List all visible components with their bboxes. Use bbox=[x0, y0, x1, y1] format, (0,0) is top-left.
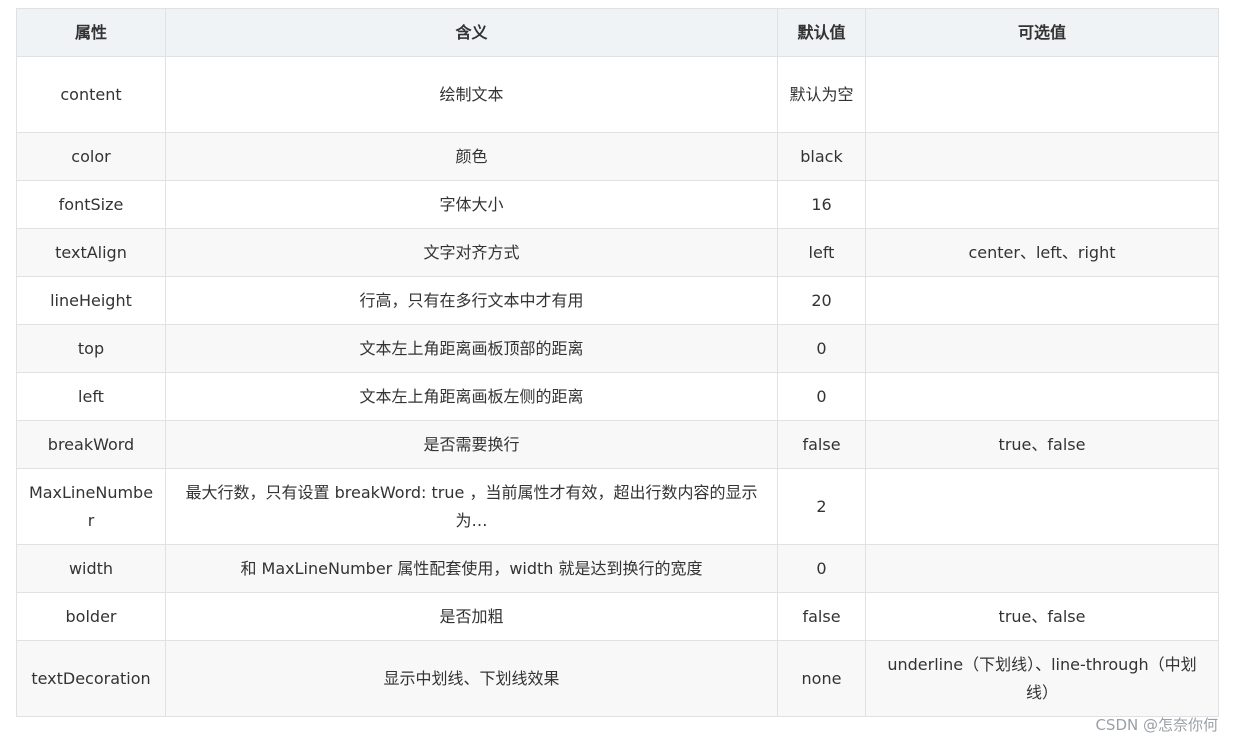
table-row: bolder 是否加粗 false true、false bbox=[16, 592, 1219, 641]
header-property: 属性 bbox=[16, 8, 166, 57]
cell-meaning: 文本左上角距离画板左侧的距离 bbox=[165, 372, 778, 421]
cell-meaning: 绘制文本 bbox=[165, 56, 778, 133]
cell-property: textDecoration bbox=[16, 640, 166, 717]
cell-default: false bbox=[777, 420, 866, 469]
cell-property: left bbox=[16, 372, 166, 421]
cell-default: 0 bbox=[777, 372, 866, 421]
cell-meaning: 字体大小 bbox=[165, 180, 778, 229]
cell-options bbox=[865, 276, 1219, 325]
cell-property: top bbox=[16, 324, 166, 373]
header-meaning: 含义 bbox=[165, 8, 778, 57]
table-row: fontSize 字体大小 16 bbox=[16, 180, 1219, 229]
cell-options: underline（下划线）、line-through（中划线） bbox=[865, 640, 1219, 717]
table-row: lineHeight 行高，只有在多行文本中才有用 20 bbox=[16, 276, 1219, 325]
cell-default: none bbox=[777, 640, 866, 717]
cell-meaning: 文字对齐方式 bbox=[165, 228, 778, 277]
header-row: 属性 含义 默认值 可选值 bbox=[16, 8, 1219, 57]
cell-property: fontSize bbox=[16, 180, 166, 229]
cell-property: lineHeight bbox=[16, 276, 166, 325]
cell-options bbox=[865, 324, 1219, 373]
table-body: content 绘制文本 默认为空 color 颜色 black fontSiz… bbox=[16, 56, 1219, 717]
cell-meaning: 是否加粗 bbox=[165, 592, 778, 641]
cell-default: false bbox=[777, 592, 866, 641]
cell-options bbox=[865, 132, 1219, 181]
cell-meaning: 是否需要换行 bbox=[165, 420, 778, 469]
cell-default: 0 bbox=[777, 324, 866, 373]
cell-default: 默认为空 bbox=[777, 56, 866, 133]
cell-meaning: 文本左上角距离画板顶部的距离 bbox=[165, 324, 778, 373]
cell-options: true、false bbox=[865, 420, 1219, 469]
cell-meaning: 最大行数，只有设置 breakWord: true ，当前属性才有效，超出行数内… bbox=[165, 468, 778, 545]
header-default: 默认值 bbox=[777, 8, 866, 57]
table-row: left 文本左上角距离画板左侧的距离 0 bbox=[16, 372, 1219, 421]
cell-options bbox=[865, 372, 1219, 421]
cell-default: left bbox=[777, 228, 866, 277]
cell-default: 20 bbox=[777, 276, 866, 325]
cell-default: 16 bbox=[777, 180, 866, 229]
properties-table: 属性 含义 默认值 可选值 content 绘制文本 默认为空 color 颜色… bbox=[16, 8, 1219, 717]
table-row: color 颜色 black bbox=[16, 132, 1219, 181]
cell-options bbox=[865, 56, 1219, 133]
cell-options bbox=[865, 180, 1219, 229]
cell-property: width bbox=[16, 544, 166, 593]
cell-property: breakWord bbox=[16, 420, 166, 469]
cell-default: black bbox=[777, 132, 866, 181]
cell-options bbox=[865, 468, 1219, 545]
table-header: 属性 含义 默认值 可选值 bbox=[16, 8, 1219, 57]
table-row: top 文本左上角距离画板顶部的距离 0 bbox=[16, 324, 1219, 373]
table-row: textDecoration 显示中划线、下划线效果 none underlin… bbox=[16, 640, 1219, 717]
table-row: content 绘制文本 默认为空 bbox=[16, 56, 1219, 133]
cell-property: textAlign bbox=[16, 228, 166, 277]
cell-property: bolder bbox=[16, 592, 166, 641]
csdn-watermark: CSDN @怎奈你何 bbox=[1095, 716, 1218, 734]
table-row: MaxLineNumber 最大行数，只有设置 breakWord: true … bbox=[16, 468, 1219, 545]
cell-default: 0 bbox=[777, 544, 866, 593]
cell-property: content bbox=[16, 56, 166, 133]
cell-meaning: 显示中划线、下划线效果 bbox=[165, 640, 778, 717]
cell-options: center、left、right bbox=[865, 228, 1219, 277]
cell-property: color bbox=[16, 132, 166, 181]
cell-meaning: 颜色 bbox=[165, 132, 778, 181]
cell-options: true、false bbox=[865, 592, 1219, 641]
cell-options bbox=[865, 544, 1219, 593]
cell-property: MaxLineNumber bbox=[16, 468, 166, 545]
table-row: breakWord 是否需要换行 false true、false bbox=[16, 420, 1219, 469]
cell-meaning: 行高，只有在多行文本中才有用 bbox=[165, 276, 778, 325]
table-row: textAlign 文字对齐方式 left center、left、right bbox=[16, 228, 1219, 277]
table-row: width 和 MaxLineNumber 属性配套使用，width 就是达到换… bbox=[16, 544, 1219, 593]
cell-default: 2 bbox=[777, 468, 866, 545]
header-options: 可选值 bbox=[865, 8, 1219, 57]
cell-meaning: 和 MaxLineNumber 属性配套使用，width 就是达到换行的宽度 bbox=[165, 544, 778, 593]
